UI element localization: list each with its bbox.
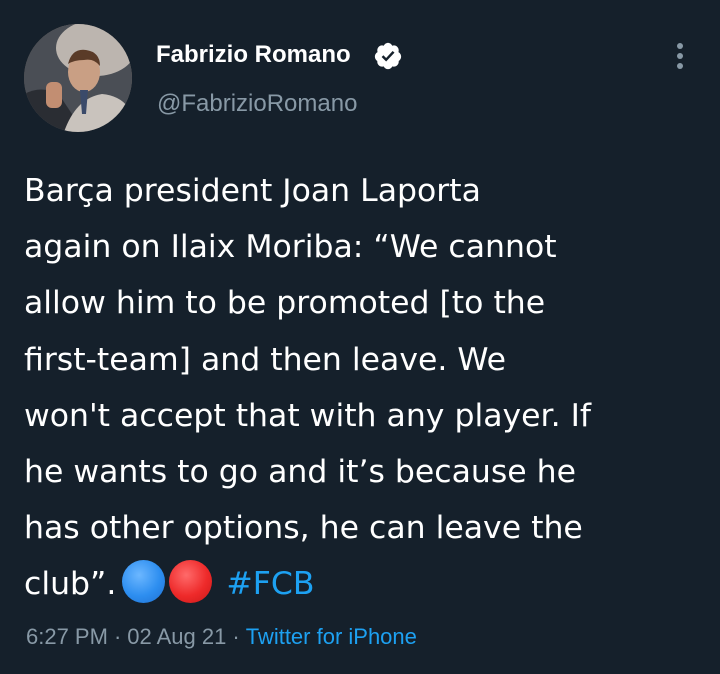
- tweet-line: he wants to go and it’s because he: [24, 454, 577, 491]
- tweet-line-last: club”.: [24, 566, 117, 603]
- author-avatar[interactable]: [24, 24, 132, 132]
- tweet-line: allow him to be promoted [to the: [24, 285, 546, 322]
- hashtag-link[interactable]: #FCB: [226, 566, 314, 602]
- tweet-line: has other options, he can leave the: [24, 510, 583, 547]
- tweet-time: 6:27 PM: [26, 624, 108, 649]
- avatar-photo: [24, 24, 132, 132]
- tweet-source-link[interactable]: Twitter for iPhone: [246, 624, 417, 649]
- meta-separator: ·: [232, 624, 240, 649]
- red-circle-emoji-icon: [169, 560, 213, 604]
- tweet-card: Fabrizio Romano @FabrizioRomano Barça pr…: [0, 0, 720, 674]
- more-options-icon[interactable]: [664, 36, 696, 76]
- tweet-line: won't accept that with any player. If: [24, 397, 591, 434]
- tweet-line: Barça president Joan Laporta: [24, 173, 481, 209]
- blue-circle-emoji-icon: [122, 560, 166, 604]
- tweet-text: Barça president Joan Laporta again on Il…: [24, 163, 714, 613]
- tweet-line: first-team] and then leave. We: [24, 341, 507, 378]
- verified-badge-icon: [374, 42, 402, 70]
- author-handle[interactable]: @FabrizioRomano: [157, 88, 357, 120]
- tweet-date: 02 Aug 21: [127, 624, 227, 649]
- author-name[interactable]: Fabrizio Romano: [156, 39, 351, 71]
- tweet-line: again on Ilaix Moriba: “We cannot: [24, 229, 557, 266]
- meta-separator: ·: [113, 624, 122, 649]
- tweet-meta: 6:27 PM · 02 Aug 21 · Twitter for iPhone: [26, 622, 417, 652]
